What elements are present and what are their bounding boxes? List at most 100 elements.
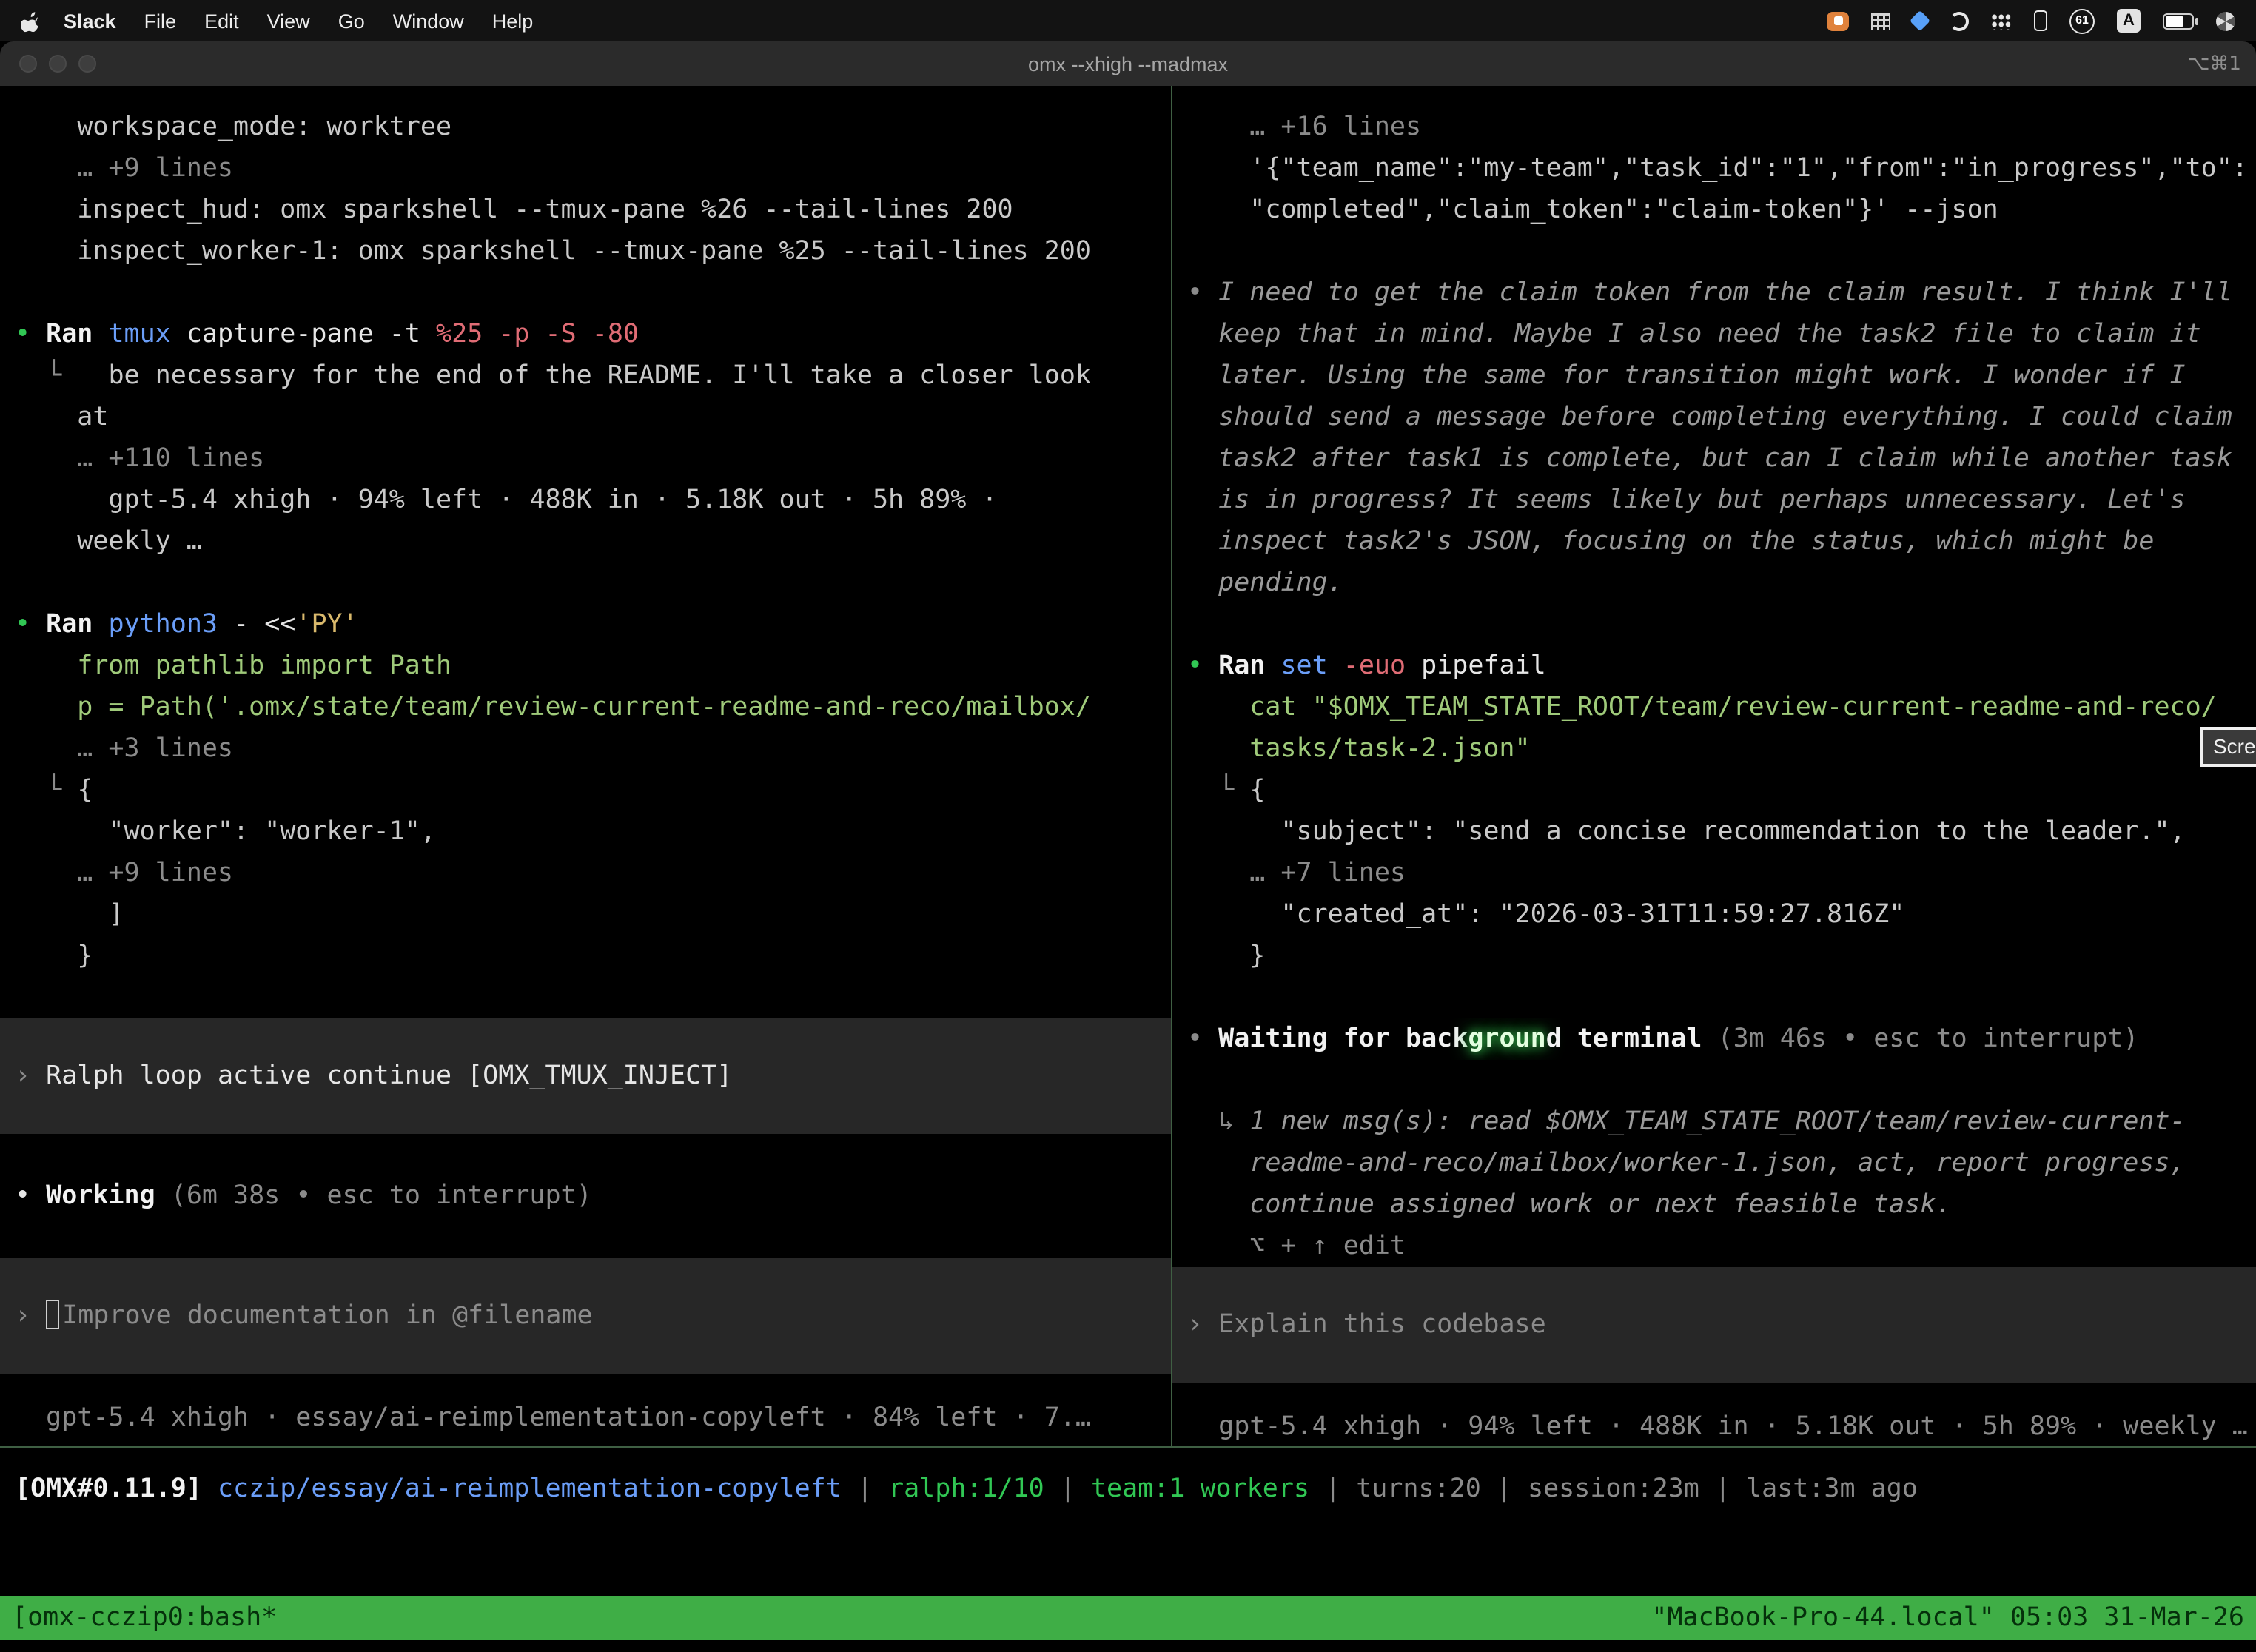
terminal-text: session:23m	[1528, 1474, 1699, 1504]
terminal-text: from pathlib import Path	[15, 651, 451, 681]
terminal-text: -euo	[1343, 651, 1421, 681]
terminal-text: I need to get the claim token from the c…	[1218, 278, 2232, 308]
swirl-app-icon[interactable]	[1950, 11, 1969, 30]
terminal-line: }	[0, 936, 1171, 977]
terminal-line: tasks/task-2.json"	[1172, 728, 2256, 770]
terminal-text: … +9 lines	[15, 859, 233, 888]
control-center-icon[interactable]	[2216, 11, 2235, 30]
minimize-window-button[interactable]	[49, 55, 67, 73]
terminal-line: weekly …	[0, 521, 1171, 563]
terminal-text: •	[1187, 278, 1218, 308]
terminal-text: •	[15, 320, 46, 349]
terminal-line: … +9 lines	[0, 148, 1171, 189]
terminal-text: inspect task2's JSON, focusing on the st…	[1187, 527, 2154, 557]
keyboard-input-source-icon[interactable]: A	[2117, 9, 2141, 33]
terminal-text: team:1 workers	[1091, 1474, 1309, 1504]
battery-percentage-badge[interactable]: 61	[2069, 8, 2095, 33]
terminal-text: tasks/task-2.json"	[1187, 734, 1531, 764]
terminal-line: continue assigned work or next feasible …	[1172, 1184, 2256, 1226]
prompt-input-row[interactable]: › Ralph loop active continue [OMX_TMUX_I…	[0, 1018, 1171, 1134]
terminal-line: p = Path('.omx/state/team/review-current…	[0, 687, 1171, 728]
terminal-line	[0, 1217, 1171, 1258]
phone-mirroring-icon[interactable]	[2034, 10, 2047, 31]
menubar-app-name[interactable]: Slack	[64, 10, 116, 32]
terminal-text: "worker": "worker-1",	[15, 817, 436, 847]
terminal-text: '{"team_name":"my-team","task_id":"1","f…	[1187, 154, 2248, 184]
terminal-text: at	[15, 403, 108, 432]
terminal-text: ›	[1187, 1310, 1218, 1340]
terminal-text: gpt-5.4 xhigh · 94% left · 488K in · 5.1…	[1187, 1412, 2248, 1442]
terminal-text: └	[1187, 776, 1249, 805]
menubar-item-edit[interactable]: Edit	[204, 10, 239, 32]
terminal-text: •	[1187, 1024, 1218, 1054]
menubar-item-file[interactable]: File	[144, 10, 177, 32]
terminal-text: └	[15, 361, 108, 391]
terminal-line: … +9 lines	[0, 853, 1171, 894]
terminal-line	[0, 977, 1171, 1018]
terminal-line	[0, 563, 1171, 604]
traffic-lights	[19, 55, 96, 73]
apple-menu-icon[interactable]	[21, 9, 40, 33]
terminal-line	[0, 1134, 1171, 1175]
menubar-item-go[interactable]: Go	[338, 10, 365, 32]
terminal-text: |	[1481, 1474, 1528, 1504]
pane-status-line: gpt-5.4 xhigh · 94% left · 488K in · 5.1…	[1172, 1406, 2256, 1446]
terminal-line: readme-and-reco/mailbox/worker-1.json, a…	[1172, 1143, 2256, 1184]
terminal-line: inspect_worker-1: omx sparkshell --tmux-…	[0, 231, 1171, 272]
terminal-line: └ be necessary for the end of the README…	[0, 355, 1171, 397]
menubar-items: File Edit View Go Window Help	[144, 10, 562, 32]
screen-recording-indicator-icon[interactable]	[1827, 11, 1849, 30]
terminal-text: "subject": "send a concise recommendatio…	[1187, 817, 2186, 847]
terminal-line: … +7 lines	[1172, 853, 2256, 894]
window-titlebar[interactable]: omx --xhigh --madmax ⌥⌘1	[0, 41, 2256, 86]
terminal-text: be necessary for the end of the README. …	[108, 361, 1091, 391]
terminal-line: inspect_hud: omx sparkshell --tmux-pane …	[0, 189, 1171, 231]
terminal-text: 1 new msg(s): read $OMX_TEAM_STATE_ROOT/…	[1249, 1107, 2185, 1137]
terminal-text: [OMX#0.11.9]	[15, 1474, 218, 1504]
terminal-text: •	[15, 610, 46, 639]
text-cursor	[46, 1300, 59, 1329]
grid-app-icon[interactable]	[1871, 13, 1890, 29]
raycast-icon[interactable]	[1910, 10, 1930, 31]
menubar-item-help[interactable]: Help	[492, 10, 534, 32]
tmux-host-and-time: "MacBook-Pro-44.local" 05:03 31-Mar-26	[1651, 1603, 2244, 1633]
dots-grid-icon[interactable]	[1991, 13, 2012, 29]
terminal-text: -t	[389, 320, 436, 349]
tmux-pane-right[interactable]: … +16 lines '{"team_name":"my-team","tas…	[1172, 86, 2256, 1446]
terminal-text: should send a message before completing …	[1187, 403, 2232, 432]
pane-status-line: gpt-5.4 xhigh · essay/ai-reimplementatio…	[0, 1397, 1171, 1439]
terminal-text: ralph:1/10	[888, 1474, 1044, 1504]
terminal-line: inspect task2's JSON, focusing on the st…	[1172, 521, 2256, 563]
omx-status-pane: [OMX#0.11.9] cczip/essay/ai-reimplementa…	[0, 1448, 2256, 1596]
terminal-line: at	[0, 397, 1171, 438]
prompt-input-row[interactable]: › Improve documentation in @filename	[0, 1258, 1171, 1374]
terminal-text: Ran	[46, 320, 108, 349]
terminal-line: should send a message before completing …	[1172, 397, 2256, 438]
menubar-menus: Slack File Edit View Go Window Help	[21, 9, 561, 33]
close-window-button[interactable]	[19, 55, 37, 73]
terminal-text: Ralph loop active continue [OMX_TMUX_INJ…	[46, 1061, 732, 1091]
tmux-pane-left[interactable]: workspace_mode: worktree … +9 lines insp…	[0, 86, 1171, 1446]
omx-status-line: [OMX#0.11.9] cczip/essay/ai-reimplementa…	[0, 1468, 2256, 1510]
terminal-text: … +9 lines	[15, 154, 233, 184]
terminal-text: •	[15, 1181, 46, 1211]
terminal-text: … +110 lines	[15, 444, 264, 474]
terminal-text: … +16 lines	[1187, 113, 1421, 142]
menubar-item-window[interactable]: Window	[393, 10, 464, 32]
terminal-text: … +3 lines	[15, 734, 233, 764]
terminal-text: -S	[545, 320, 592, 349]
menubar-item-view[interactable]: View	[267, 10, 310, 32]
terminal-text: cat "$OMX_TEAM_STATE_ROOT/team/review-cu…	[1187, 693, 2217, 722]
tmux-panes: workspace_mode: worktree … +9 lines insp…	[0, 86, 2256, 1446]
zoom-window-button[interactable]	[78, 55, 96, 73]
prompt-input-row[interactable]: › Explain this codebase	[1172, 1267, 2256, 1383]
tmux-session-name: [omx-cczip0:bash*	[12, 1603, 277, 1633]
terminal-line: • Ran set -euo pipefail	[1172, 645, 2256, 687]
menubar: Slack File Edit View Go Window Help 61 A	[0, 0, 2256, 41]
terminal-text: set	[1280, 651, 1343, 681]
terminal-text: (3m 46s • esc to interrupt)	[1718, 1024, 2139, 1054]
screen-share-tooltip: Scre	[2200, 727, 2256, 767]
terminal-line: … +110 lines	[0, 438, 1171, 480]
terminal-text: |	[1309, 1474, 1356, 1504]
battery-icon[interactable]	[2163, 13, 2194, 29]
